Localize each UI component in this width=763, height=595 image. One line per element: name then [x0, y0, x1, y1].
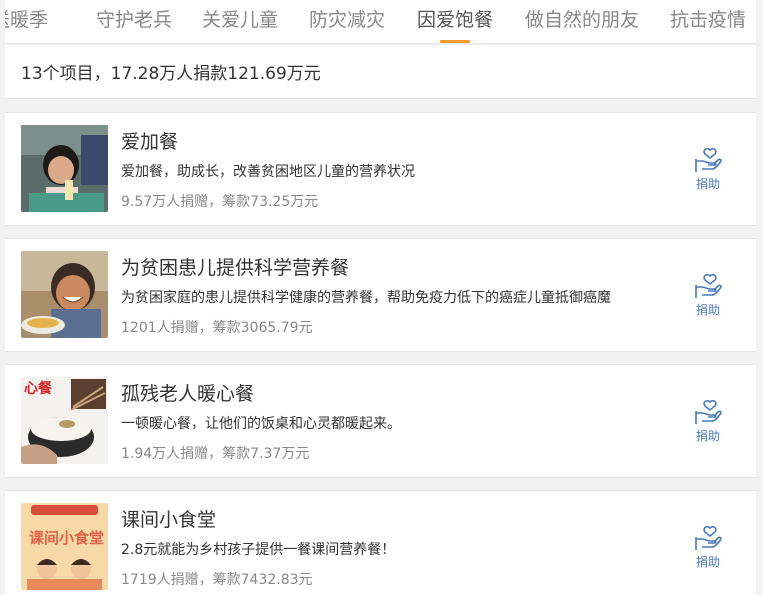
- donate-button[interactable]: 捐助: [691, 273, 725, 318]
- tab-disaster[interactable]: 防灾减灾: [309, 5, 385, 32]
- project-image[interactable]: [21, 251, 108, 338]
- hand-heart-icon: [695, 147, 722, 172]
- tab-veterans[interactable]: 守护老兵: [96, 5, 172, 32]
- project-title[interactable]: 爱加餐: [121, 127, 178, 154]
- summary-text: 13个项目，17.28万人捐款121.69万元: [21, 64, 321, 84]
- project-stats: 9.57万人捐赠，筹款73.25万元: [121, 194, 319, 210]
- tab-children[interactable]: 关爱儿童: [202, 5, 278, 32]
- tab-warm-season[interactable]: 送暖季: [5, 5, 48, 32]
- project-description: 2.8元就能为乡村孩子提供一餐课间营养餐！: [121, 542, 396, 558]
- project-card[interactable]: 为贫困患儿提供科学营养餐 为贫困家庭的患儿提供科学健康的营养餐，帮助免疫力低下的…: [5, 238, 756, 352]
- project-stats: 1.94万人捐赠，筹款7.37万元: [121, 446, 310, 462]
- project-description: 爱加餐，助成长，改善贫困地区儿童的营养状况: [121, 164, 415, 180]
- project-card[interactable]: 课间小食堂 课间小食堂 2.8元就能为乡村孩子提供一餐课间营养餐！ 1719人捐…: [5, 490, 756, 595]
- donate-label: 捐助: [695, 303, 720, 317]
- project-image[interactable]: 心餐: [21, 377, 108, 464]
- project-image[interactable]: 课间小食堂: [21, 503, 108, 590]
- project-card[interactable]: 心餐 孤残老人暖心餐 一顿暖心餐，让他们的饭桌和心灵都暖起来。 1.94万人捐赠…: [5, 364, 756, 478]
- project-description: 一顿暖心餐，让他们的饭桌和心灵都暖起来。: [121, 416, 401, 432]
- project-title[interactable]: 为贫困患儿提供科学营养餐: [121, 253, 349, 280]
- project-image[interactable]: [21, 125, 108, 212]
- hand-heart-icon: [695, 525, 722, 550]
- donate-button[interactable]: 捐助: [691, 525, 725, 570]
- project-card[interactable]: 爱加餐 爱加餐，助成长，改善贫困地区儿童的营养状况 9.57万人捐赠，筹款73.…: [5, 112, 756, 226]
- donate-button[interactable]: 捐助: [691, 147, 725, 192]
- image-text: 心餐: [24, 380, 53, 396]
- donate-button[interactable]: 捐助: [691, 399, 725, 444]
- image-text: 课间小食堂: [29, 529, 104, 547]
- tab-nature[interactable]: 做自然的朋友: [525, 5, 639, 32]
- summary-bar: 13个项目，17.28万人捐款121.69万元: [5, 45, 756, 99]
- project-description: 为贫困家庭的患儿提供科学健康的营养餐，帮助免疫力低下的癌症儿童抵御癌魔: [121, 290, 611, 306]
- project-stats: 1201人捐赠，筹款3065.79元: [121, 320, 313, 336]
- hand-heart-icon: [695, 399, 722, 424]
- project-title[interactable]: 孤残老人暖心餐: [121, 379, 254, 406]
- tab-meals[interactable]: 因爱饱餐: [417, 5, 493, 43]
- hand-heart-icon: [695, 273, 722, 298]
- project-title[interactable]: 课间小食堂: [121, 505, 216, 532]
- category-tabs: 送暖季 守护老兵 关爱儿童 防灾减灾 因爱饱餐 做自然的朋友 抗击疫情: [5, 0, 756, 44]
- donate-label: 捐助: [695, 429, 720, 443]
- project-stats: 1719人捐赠，筹款7432.83元: [121, 572, 313, 588]
- donate-label: 捐助: [695, 555, 720, 569]
- donate-label: 捐助: [695, 177, 720, 191]
- tab-epidemic[interactable]: 抗击疫情: [670, 5, 746, 32]
